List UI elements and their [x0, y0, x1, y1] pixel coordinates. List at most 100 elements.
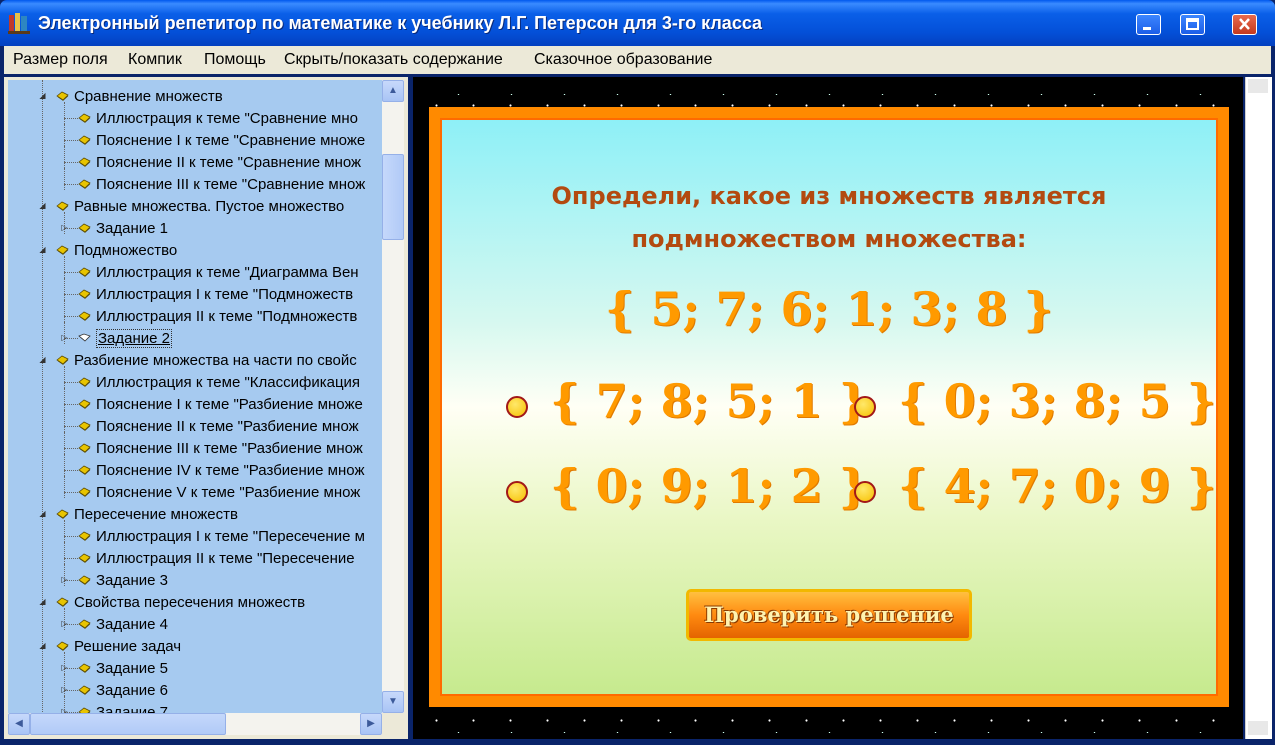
book-icon [78, 223, 91, 233]
option-4-set[interactable]: { 4; 7; 0; 9 } [898, 459, 1216, 513]
tree-branch-line [64, 454, 65, 476]
book-icon [78, 487, 91, 497]
contents-tree[interactable]: ◢ Сравнение множеств Иллюстрация к теме "С… [8, 80, 382, 713]
collapse-icon[interactable]: ◢ [38, 91, 47, 100]
title-bar[interactable]: Электронный репетитор по математике к уч… [0, 0, 1275, 46]
book-icon [78, 663, 91, 673]
content-scroll-bottom-cap[interactable] [1248, 721, 1268, 735]
horizontal-scroll-thumb[interactable] [30, 713, 226, 735]
tree-vertical-scrollbar[interactable]: ▲ ▼ [382, 80, 404, 713]
menu-field-size[interactable]: Размер поля [13, 51, 108, 69]
menu-fairy-education[interactable]: Сказочное образование [534, 51, 712, 69]
collapse-icon[interactable]: ◢ [38, 245, 47, 254]
book-icon [78, 619, 91, 629]
content-scrollbar[interactable] [1245, 77, 1272, 739]
tree-item[interactable]: ▷ Задание 7 [8, 696, 382, 713]
tree-item-label: Задание 3 [96, 572, 169, 589]
book-icon [78, 289, 91, 299]
tree-connector [64, 316, 78, 317]
scroll-down-button[interactable]: ▼ [382, 691, 404, 713]
tree-item[interactable]: Пояснение V к теме "Разбиение множ [8, 476, 382, 504]
maximize-button[interactable] [1180, 14, 1205, 35]
option-3-radio[interactable] [506, 481, 528, 503]
menu-toggle-contents[interactable]: Скрыть/показать содержание [284, 51, 503, 69]
option-2-radio[interactable] [854, 396, 876, 418]
tree-item-label: Равные множества. Пустое множество [74, 198, 345, 215]
book-icon [56, 201, 69, 211]
expand-icon[interactable]: ▷ [60, 333, 69, 342]
collapse-icon[interactable]: ◢ [38, 597, 47, 606]
book-icon [56, 641, 69, 651]
content-scroll-top-cap[interactable] [1248, 79, 1268, 93]
book-icon [78, 267, 91, 277]
expand-icon[interactable]: ▷ [60, 223, 69, 232]
option-1-radio[interactable] [506, 396, 528, 418]
tree-item-label: Задание 2 [96, 329, 173, 348]
menu-fairy-education-label: Сказочное образование [534, 51, 713, 68]
task-frame: Определи, какое из множеств является под… [429, 107, 1229, 707]
tree-item-label: Свойства пересечения множеств [74, 594, 306, 611]
tree-item[interactable]: ▷ Задание 2 [8, 322, 382, 350]
tree-connector [64, 162, 78, 163]
tree-item[interactable]: ▷ Задание 3 [8, 564, 382, 592]
tree-branch-line [64, 146, 65, 168]
tree-connector [64, 118, 78, 119]
book-icon [78, 443, 91, 453]
menu-help[interactable]: Помощь [204, 51, 266, 69]
close-button[interactable] [1232, 14, 1257, 35]
minimize-icon [1143, 27, 1151, 30]
scroll-up-button[interactable]: ▲ [382, 80, 404, 102]
tree-item[interactable]: ▷ Задание 1 [8, 212, 382, 240]
tree-item-label: Пояснение II к теме "Сравнение множ [96, 154, 362, 171]
tree-item-label: Иллюстрация к теме "Сравнение мно [96, 110, 358, 127]
collapse-icon[interactable]: ◢ [38, 201, 47, 210]
tree-item-label: Задание 4 [96, 616, 169, 633]
menu-bar: Размер поля Компик Помощь Скрыть/показат… [4, 46, 1271, 74]
scroll-right-button[interactable]: ▶ [360, 713, 382, 735]
tree-branch-line [64, 102, 65, 124]
tree-connector [64, 558, 78, 559]
menu-help-label: Помощь [204, 51, 266, 68]
tree-connector [64, 536, 78, 537]
tree-branch-line [64, 366, 65, 388]
expand-icon[interactable]: ▷ [60, 619, 69, 628]
tree-item-label: Пояснение III к теме "Сравнение множ [96, 176, 366, 193]
scroll-left-button[interactable]: ◀ [8, 713, 30, 735]
book-icon [78, 399, 91, 409]
option-2-set[interactable]: { 0; 3; 8; 5 } [898, 374, 1216, 428]
tree-item-label: Задание 6 [96, 682, 169, 699]
arrow-left-icon: ◀ [15, 718, 23, 729]
tree-item[interactable]: ▷ Задание 4 [8, 608, 382, 636]
collapse-icon[interactable]: ◢ [38, 641, 47, 650]
tree-connector [64, 140, 78, 141]
tree-connector [64, 470, 78, 471]
tree-item-label: Задание 5 [96, 660, 169, 677]
minimize-button[interactable] [1136, 14, 1161, 35]
arrow-right-icon: ▶ [367, 718, 375, 729]
expand-icon[interactable]: ▷ [60, 663, 69, 672]
collapse-icon[interactable]: ◢ [38, 509, 47, 518]
tree-item-label: Решение задач [74, 638, 182, 655]
book-icon [78, 157, 91, 167]
option-3-set[interactable]: { 0; 9; 1; 2 } [550, 459, 868, 513]
tree-horizontal-scrollbar[interactable]: ◀ ▶ [8, 713, 382, 735]
tree-item-label: Пояснение II к теме "Разбиение множ [96, 418, 359, 435]
book-icon [78, 113, 91, 123]
menu-field-size-label: Размер поля [13, 51, 108, 68]
book-icon [78, 465, 91, 475]
option-4-radio[interactable] [854, 481, 876, 503]
tree-connector [64, 448, 78, 449]
check-solution-button[interactable]: Проверить решение [686, 589, 972, 641]
tree-item-label: Иллюстрация I к теме "Подмножеств [96, 286, 354, 303]
scroll-thumb[interactable] [382, 154, 404, 240]
option-1-set[interactable]: { 7; 8; 5; 1 } [550, 374, 868, 428]
collapse-icon[interactable]: ◢ [38, 355, 47, 364]
tree-item-label: Пояснение IV к теме "Разбиение множ [96, 462, 365, 479]
expand-icon[interactable]: ▷ [60, 685, 69, 694]
tree-item[interactable]: Пояснение III к теме "Сравнение множ [8, 168, 382, 196]
tree-connector [64, 382, 78, 383]
window-title: Электронный репетитор по математике к уч… [38, 13, 763, 33]
tree-connector [64, 294, 78, 295]
expand-icon[interactable]: ▷ [60, 575, 69, 584]
menu-kompik[interactable]: Компик [128, 51, 182, 69]
